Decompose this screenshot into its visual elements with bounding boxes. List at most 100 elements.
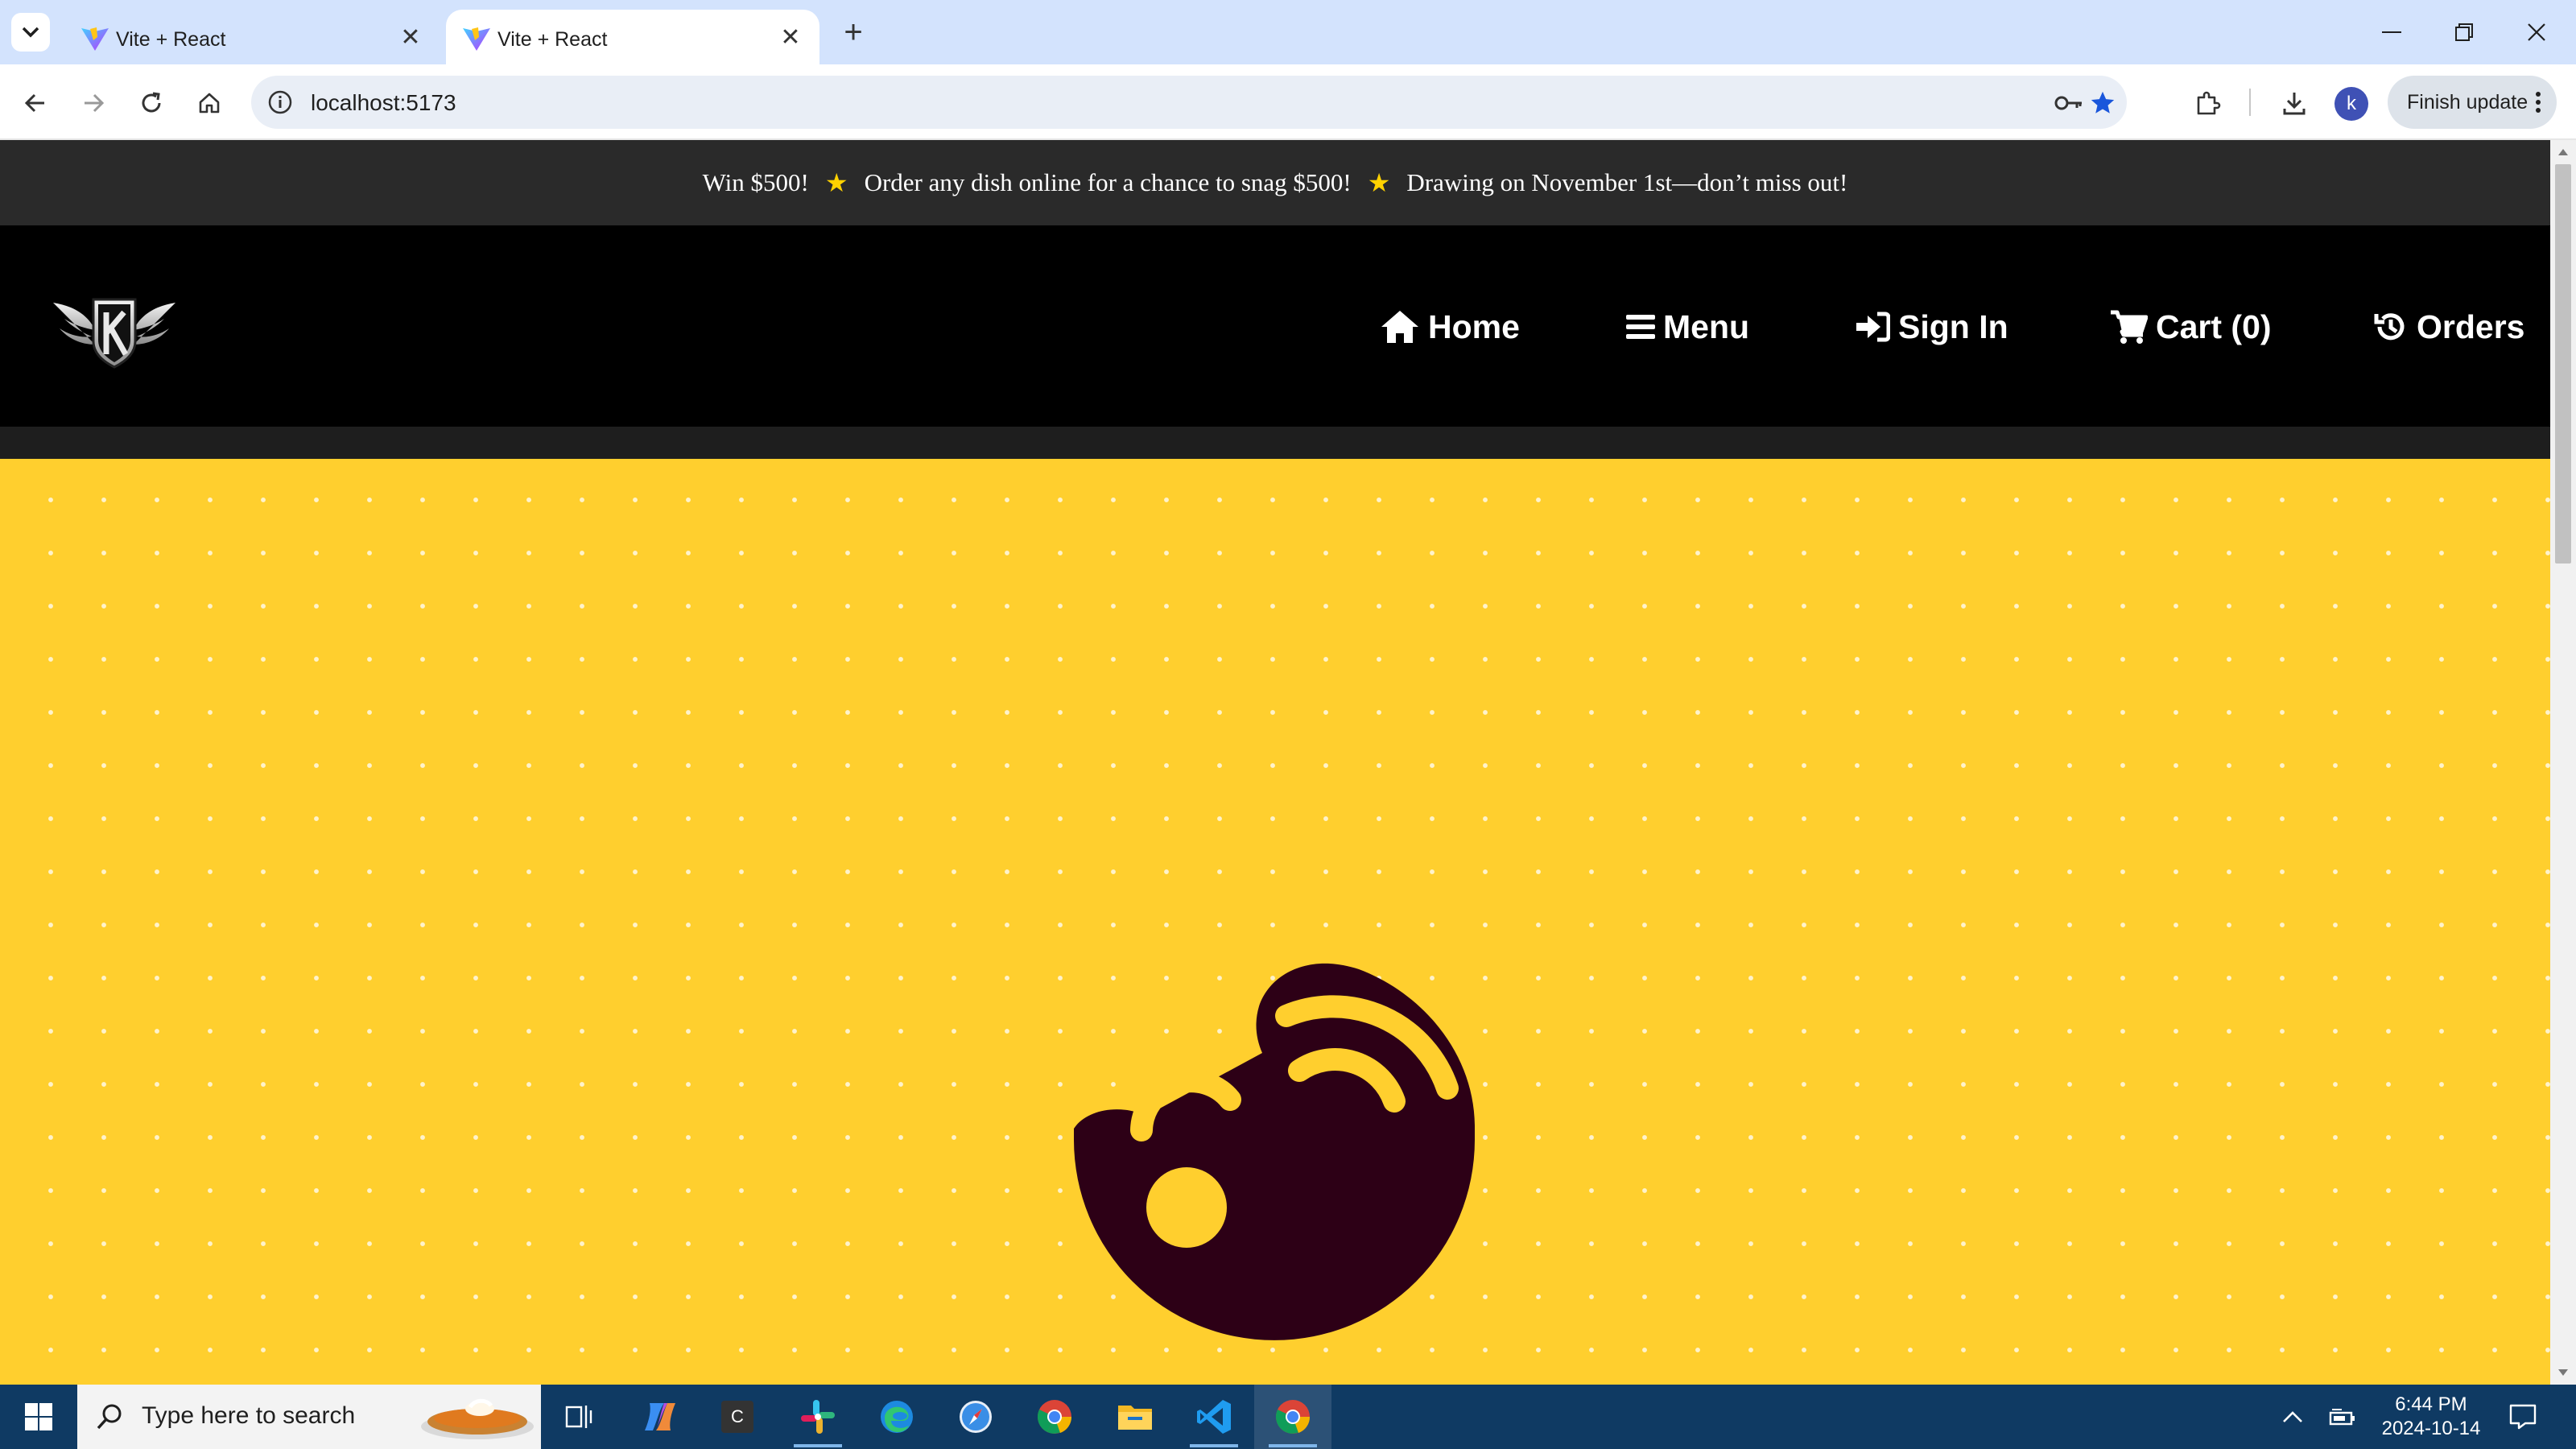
cart-icon <box>2111 310 2148 344</box>
task-view-button[interactable] <box>541 1385 618 1449</box>
star-filled-icon <box>2091 91 2115 114</box>
taskbar-search-box[interactable]: Type here to search <box>77 1385 541 1449</box>
triangle-down-icon <box>2558 1369 2568 1376</box>
nav-cart-label: Cart (0) <box>2156 308 2272 345</box>
safari-icon <box>960 1401 992 1433</box>
browser-tab-active[interactable]: Vite + React ✕ <box>446 10 819 64</box>
nav-home-label: Home <box>1428 308 1520 345</box>
safari-button[interactable] <box>937 1385 1014 1449</box>
reload-button[interactable] <box>130 82 172 124</box>
star-icon: ★ <box>824 168 848 197</box>
tab-title: Vite + React <box>497 28 608 51</box>
download-icon <box>2283 93 2306 115</box>
bars-icon <box>1626 315 1655 339</box>
reload-icon <box>142 92 161 113</box>
start-button[interactable] <box>0 1385 77 1449</box>
pumpkin-pie-icon <box>421 1398 534 1439</box>
finish-update-label: Finish update <box>2407 90 2529 114</box>
close-icon <box>2528 23 2545 41</box>
edge-icon <box>881 1401 913 1433</box>
forward-button[interactable] <box>72 82 114 124</box>
browser-tab[interactable]: Vite + React ✕ <box>64 10 440 64</box>
tab-search-button[interactable] <box>11 13 50 52</box>
nav-menu-label: Menu <box>1663 308 1750 345</box>
minimize-button[interactable] <box>2355 10 2428 55</box>
windows-logo-icon <box>25 1403 52 1430</box>
copilot-button[interactable] <box>621 1385 699 1449</box>
triangle-up-icon <box>2558 149 2568 155</box>
clock-date: 2024-10-14 <box>2381 1418 2481 1439</box>
noodle-bowl-logo <box>1074 963 1475 1340</box>
nav-menu-link[interactable]: Menu <box>1626 303 1749 351</box>
nav-home-link[interactable]: Home <box>1380 303 1520 351</box>
promo-text-2: Order any dish online for a chance to sn… <box>864 168 1352 196</box>
copilot-icon <box>645 1403 675 1430</box>
toolbar-divider <box>2249 89 2251 116</box>
hero-section <box>0 459 2550 1385</box>
show-hidden-icons-button[interactable] <box>2270 1385 2315 1449</box>
close-window-button[interactable] <box>2500 10 2573 55</box>
nav-orders-link[interactable]: Orders <box>2373 303 2524 351</box>
restore-icon <box>2455 23 2473 41</box>
tab-title: Vite + React <box>116 28 226 51</box>
terminal-icon: C <box>721 1401 753 1433</box>
search-icon <box>97 1404 122 1430</box>
page-scrollbar[interactable] <box>2550 140 2576 1385</box>
notification-icon <box>2509 1404 2537 1430</box>
home-icon <box>1381 311 1418 343</box>
windows-taskbar: Type here to search C 6:44 PM 2024-10-14 <box>0 1385 2576 1449</box>
back-button[interactable] <box>14 82 56 124</box>
close-tab-icon[interactable]: ✕ <box>778 24 803 51</box>
scroll-up-button[interactable] <box>2550 140 2576 164</box>
slack-button[interactable] <box>779 1385 857 1449</box>
url-text[interactable]: localhost:5173 <box>311 90 456 116</box>
vscode-button[interactable] <box>1175 1385 1253 1449</box>
notifications-button[interactable] <box>2502 1385 2544 1449</box>
promo-text-3: Drawing on November 1st—don’t miss out! <box>1406 168 1848 196</box>
nav-cart-link[interactable]: Cart (0) <box>2109 303 2272 351</box>
profile-avatar[interactable]: k <box>2334 87 2368 121</box>
restore-button[interactable] <box>2428 10 2500 55</box>
site-info-icon[interactable] <box>267 89 293 115</box>
search-placeholder: Type here to search <box>142 1402 356 1429</box>
nav-sign-in-link[interactable]: Sign In <box>1855 303 2008 351</box>
scroll-down-button[interactable] <box>2550 1360 2576 1385</box>
site-logo[interactable] <box>50 291 179 369</box>
slack-icon <box>801 1400 835 1434</box>
site-navbar: Home Menu Sign In Cart (0) Orders <box>0 225 2550 427</box>
edge-button[interactable] <box>858 1385 935 1449</box>
vscode-icon <box>1197 1400 1231 1434</box>
bookmark-button[interactable] <box>2088 89 2117 118</box>
vite-favicon-icon <box>81 27 109 51</box>
browser-toolbar: localhost:5173 k Finish update <box>0 64 2576 140</box>
task-view-icon <box>565 1406 592 1428</box>
taskbar-clock[interactable]: 6:44 PM 2024-10-14 <box>2351 1393 2512 1441</box>
vite-favicon-icon <box>463 27 490 51</box>
clock-time: 6:44 PM <box>2395 1393 2467 1415</box>
chevron-down-icon <box>22 27 39 38</box>
nav-divider-bar <box>0 427 2550 459</box>
file-explorer-button[interactable] <box>1096 1385 1174 1449</box>
terminal-button[interactable]: C <box>699 1385 776 1449</box>
home-icon <box>199 93 220 114</box>
promo-text-1: Win $500! <box>702 168 809 196</box>
extensions-button[interactable] <box>2186 82 2228 124</box>
downloads-button[interactable] <box>2273 82 2315 124</box>
home-button[interactable] <box>188 82 230 124</box>
history-icon <box>2374 313 2405 341</box>
more-vert-icon <box>2536 92 2541 113</box>
promo-banner: Win $500! ★ Order any dish online for a … <box>0 140 2550 225</box>
chrome-icon <box>1275 1400 1311 1434</box>
new-tab-button[interactable]: + <box>837 13 869 52</box>
back-arrow-icon <box>24 93 44 113</box>
web-page: Win $500! ★ Order any dish online for a … <box>0 140 2550 1385</box>
finish-update-button[interactable]: Finish update <box>2388 76 2557 129</box>
chrome-icon <box>1037 1400 1072 1434</box>
scroll-thumb[interactable] <box>2555 164 2571 564</box>
puzzle-icon <box>2197 91 2221 115</box>
close-tab-icon[interactable]: ✕ <box>398 24 423 51</box>
address-bar[interactable]: localhost:5173 <box>251 76 2127 129</box>
password-key-button[interactable] <box>2054 89 2083 118</box>
chrome-active-button[interactable] <box>1254 1385 1331 1449</box>
chrome-button[interactable] <box>1016 1385 1093 1449</box>
